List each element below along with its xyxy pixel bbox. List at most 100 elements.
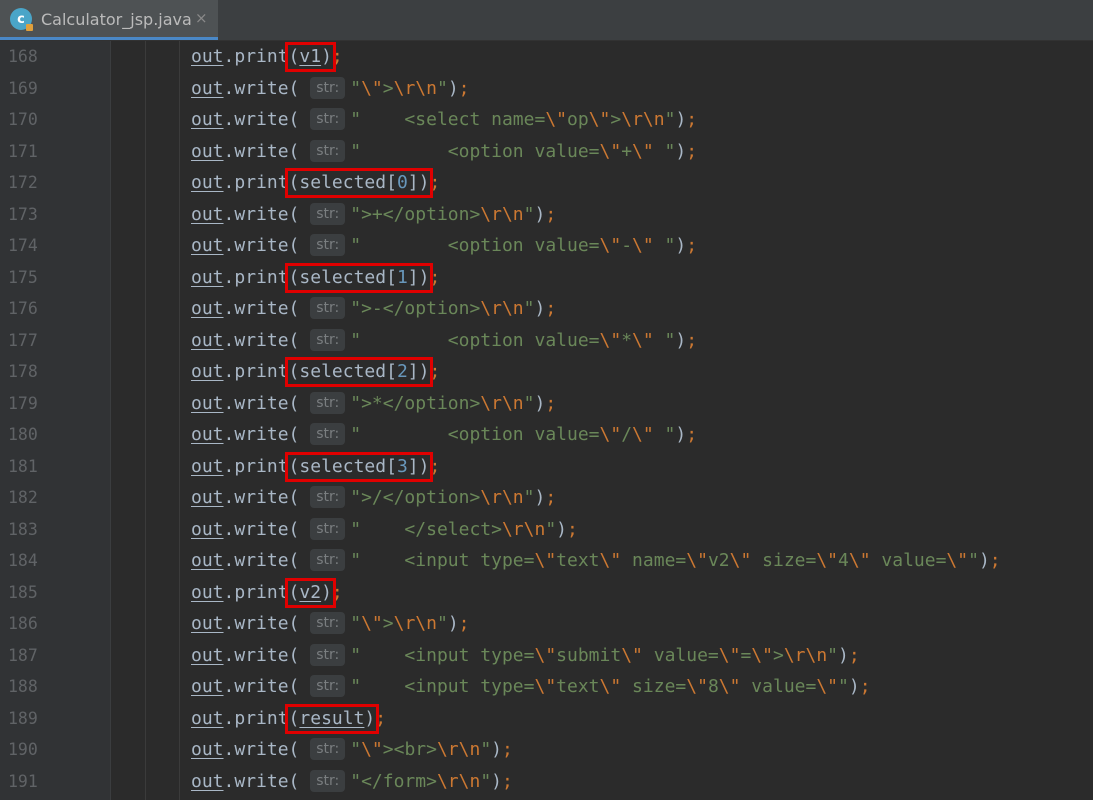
code-line[interactable]: 170 out.write( str: " <select name=\"op\">… (0, 104, 1093, 135)
paren-token: ) (447, 613, 459, 634)
paren-token: ( (288, 392, 311, 414)
code-line[interactable]: 168 out.print(v1); (0, 41, 1093, 72)
paren-token: ( (288, 329, 311, 351)
semicolon-token: ; (545, 298, 557, 319)
tab-title: Calculator_jsp.java (41, 10, 192, 29)
method-name: write (234, 140, 289, 162)
code-line[interactable]: 187 out.write( str: " <input type=\"submit… (0, 640, 1093, 671)
line-number: 180 (8, 425, 38, 444)
out-identifier: out (191, 581, 224, 603)
paren-token: ( (288, 676, 311, 697)
method-name: write (234, 77, 289, 99)
semicolon-token: ; (567, 518, 578, 540)
paren-token: ( (288, 298, 311, 319)
code-line[interactable]: 184 out.write( str: " <input type=\"text\"… (0, 545, 1093, 576)
string-token: = (740, 644, 752, 666)
code-statement: out.write( str: "\">\r\n"); (191, 608, 470, 639)
method-name: print (234, 46, 289, 67)
dot-token: . (223, 266, 235, 288)
paren-token: ) (675, 109, 687, 130)
paren-token: ) (675, 424, 687, 445)
code-line[interactable]: 169 out.write( str: "\">\r\n"); (0, 73, 1093, 104)
string-token: \" (599, 140, 622, 162)
code-line[interactable]: 171 out.write( str: " <option value=\"+\" … (0, 136, 1093, 167)
code-statement: out.write( str: ">+</option>\r\n"); (191, 199, 556, 230)
code-line[interactable]: 178 out.print(selected[2]); (0, 356, 1093, 387)
code-line[interactable]: 191 out.write( str: "</form>\r\n"); (0, 766, 1093, 797)
paren-token: ) (556, 518, 568, 540)
out-identifier: out (191, 676, 224, 697)
tab-calculator-jsp-java[interactable]: c Calculator_jsp.java × (0, 0, 218, 40)
string-token: size= (621, 676, 687, 697)
code-line[interactable]: 173 out.write( str: ">+</option>\r\n"); (0, 199, 1093, 230)
line-number: 184 (8, 551, 38, 570)
string-token: \" (686, 550, 708, 571)
string-token: text (556, 676, 600, 697)
dot-token: . (223, 172, 235, 193)
paren-token: ( (288, 487, 311, 508)
out-identifier: out (191, 266, 224, 288)
semicolon-token: ; (848, 644, 860, 666)
highlight-box (284, 577, 336, 608)
code-line[interactable]: 185 out.print(v2); (0, 577, 1093, 608)
method-name: write (234, 644, 289, 666)
code-line[interactable]: 189 out.print(result); (0, 703, 1093, 734)
close-icon[interactable]: × (195, 9, 208, 27)
code-line[interactable]: 181 out.print(selected[3]); (0, 451, 1093, 482)
semicolon-token: ; (502, 739, 513, 760)
string-token: " <select name= (350, 109, 546, 130)
highlight-box (284, 451, 434, 482)
code-line[interactable]: 180 out.write( str: " <option value=\"/\" … (0, 419, 1093, 450)
code-line[interactable]: 190 out.write( str: "\"><br>\r\n"); (0, 734, 1093, 765)
dot-token: . (223, 739, 235, 760)
method-name: write (234, 770, 289, 792)
string-token: " <option value= (350, 424, 600, 445)
string-token: \" (848, 550, 871, 571)
paren-token: ( (288, 235, 311, 256)
dot-token: . (223, 329, 235, 351)
string-token: value= (642, 644, 719, 666)
code-line[interactable]: 176 out.write( str: ">-</option>\r\n"); (0, 293, 1093, 324)
string-token: " (653, 235, 676, 256)
line-number: 178 (8, 362, 38, 381)
code-statement: out.write( str: " <option value=\"+\" "); (191, 136, 697, 167)
method-name: write (234, 235, 289, 256)
string-token: \" (632, 235, 654, 256)
string-token: " (523, 487, 535, 508)
paren-token: ) (534, 298, 546, 319)
code-line[interactable]: 186 out.write( str: "\">\r\n"); (0, 608, 1093, 639)
parameter-hint: str: (310, 108, 346, 130)
code-line[interactable]: 182 out.write( str: ">/</option>\r\n"); (0, 482, 1093, 513)
code-statement: out.write( str: "</form>\r\n"); (191, 766, 513, 797)
line-number: 182 (8, 488, 38, 507)
dot-token: . (223, 109, 235, 130)
code-line[interactable]: 183 out.write( str: " </select>\r\n"); (0, 514, 1093, 545)
line-number: 191 (8, 771, 38, 791)
dot-token: . (223, 140, 235, 162)
out-identifier: out (191, 550, 224, 571)
code-line[interactable]: 172 out.print(selected[0]); (0, 167, 1093, 198)
paren-token: ) (491, 770, 502, 792)
code-line[interactable]: 179 out.write( str: ">*</option>\r\n"); (0, 388, 1093, 419)
code-line[interactable]: 177 out.write( str: " <option value=\"*\" … (0, 325, 1093, 356)
string-token: " (523, 392, 535, 414)
code-statement: out.write( str: ">-</option>\r\n"); (191, 293, 556, 324)
string-token: " (827, 644, 839, 666)
editor-tab-bar: c Calculator_jsp.java × (0, 0, 1093, 41)
string-token: size= (751, 550, 817, 571)
line-number: 187 (8, 645, 38, 665)
parameter-hint: str: (310, 486, 346, 508)
code-line[interactable]: 188 out.write( str: " <input type=\"text\"… (0, 671, 1093, 702)
code-line[interactable]: 175 out.print(selected[1]); (0, 262, 1093, 293)
paren-token: ( (288, 770, 311, 792)
code-line[interactable]: 174 out.write( str: " <option value=\"-\" … (0, 230, 1093, 261)
string-token: " <input type= (350, 550, 535, 571)
code-statement: out.write( str: " <option value=\"*\" "); (191, 325, 697, 356)
paren-token: ) (675, 329, 687, 351)
dot-token: . (223, 770, 235, 792)
method-name: write (234, 424, 289, 445)
line-number: 171 (8, 141, 38, 161)
line-number: 170 (8, 110, 38, 129)
string-token: " (523, 298, 535, 319)
string-token: \" (718, 676, 741, 697)
